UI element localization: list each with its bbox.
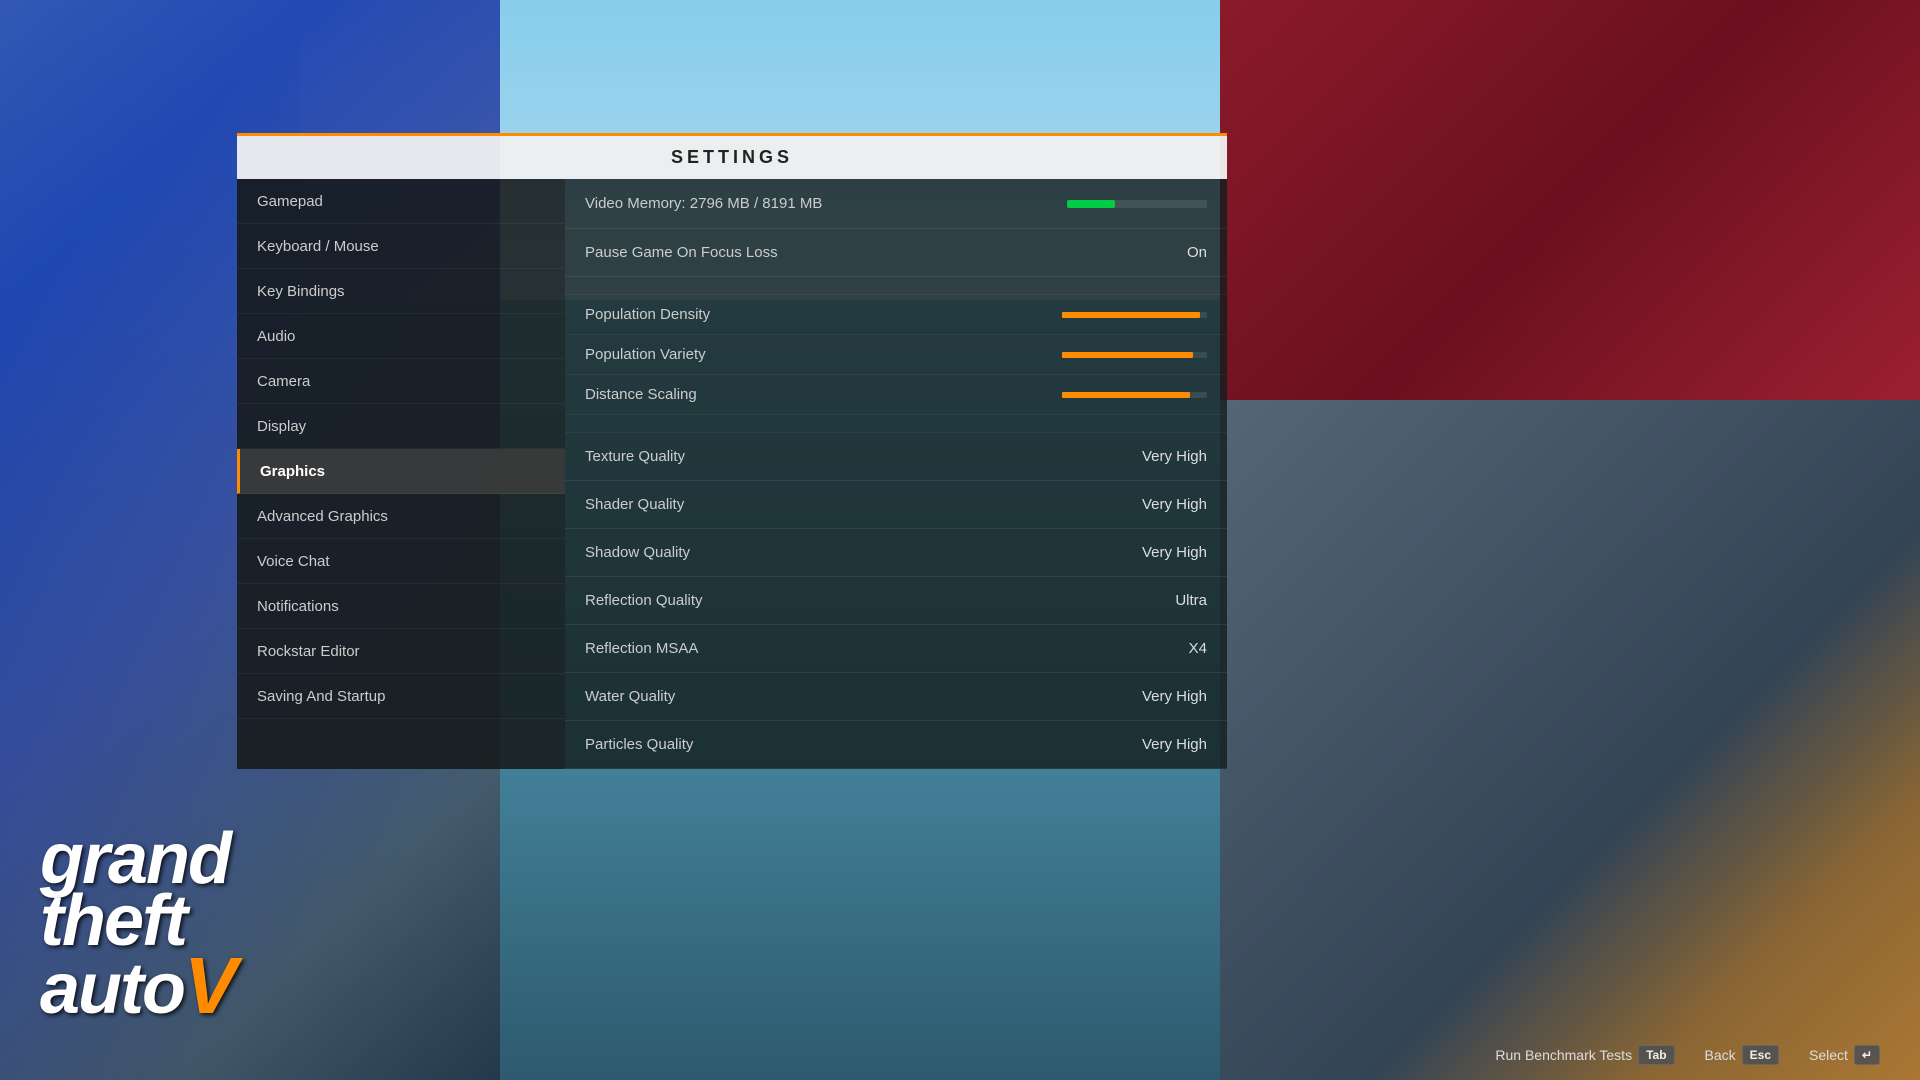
pause-game-value: On	[1187, 244, 1207, 261]
quality-row-texture-quality[interactable]: Texture QualityVery High	[565, 433, 1227, 481]
quality-value-particles-quality: Very High	[1142, 736, 1207, 753]
quality-row-reflection-quality[interactable]: Reflection QualityUltra	[565, 577, 1227, 625]
bottom-action-select[interactable]: Select ↵	[1809, 1045, 1880, 1065]
logo-line3: autoV	[40, 952, 235, 1020]
settings-title: SETTINGS	[671, 147, 793, 168]
quality-value-shader-quality: Very High	[1142, 496, 1207, 513]
pause-game-row[interactable]: Pause Game On Focus Loss On	[565, 229, 1227, 277]
quality-container: Texture QualityVery HighShader QualityVe…	[565, 433, 1227, 769]
slider-bar-population-density	[1062, 312, 1207, 318]
slider-bar-distance-scaling	[1062, 392, 1207, 398]
bottom-action-benchmark[interactable]: Run Benchmark Tests Tab	[1495, 1045, 1674, 1065]
bg-right-lower	[1220, 400, 1920, 1080]
bottom-action-back[interactable]: Back Esc	[1705, 1045, 1779, 1065]
slider-fill-population-variety	[1062, 352, 1193, 358]
nav-item-voice-chat[interactable]: Voice Chat	[237, 539, 565, 584]
slider-label-population-density: Population Density	[585, 306, 1062, 323]
nav-item-graphics[interactable]: Graphics	[237, 449, 565, 494]
content-panel: Video Memory: 2796 MB / 8191 MB Pause Ga…	[565, 179, 1227, 769]
nav-item-key-bindings[interactable]: Key Bindings	[237, 269, 565, 314]
sliders-container: Population Density Population Variety Dist…	[565, 295, 1227, 415]
settings-panel: SETTINGS GamepadKeyboard / MouseKey Bind…	[237, 133, 1227, 769]
quality-value-shadow-quality: Very High	[1142, 544, 1207, 561]
settings-body: GamepadKeyboard / MouseKey BindingsAudio…	[237, 179, 1227, 769]
slider-fill-population-density	[1062, 312, 1200, 318]
quality-label-shader-quality: Shader Quality	[585, 496, 1142, 513]
key-badge-benchmark: Tab	[1638, 1045, 1674, 1065]
slider-row-distance-scaling[interactable]: Distance Scaling	[565, 375, 1227, 415]
vram-bar-fill	[1067, 200, 1115, 208]
quality-label-water-quality: Water Quality	[585, 688, 1142, 705]
nav-item-keyboard-mouse[interactable]: Keyboard / Mouse	[237, 224, 565, 269]
logo-v: V	[184, 952, 235, 1020]
nav-item-advanced-graphics[interactable]: Advanced Graphics	[237, 494, 565, 539]
nav-item-saving-startup[interactable]: Saving And Startup	[237, 674, 565, 719]
quality-row-water-quality[interactable]: Water QualityVery High	[565, 673, 1227, 721]
quality-row-particles-quality[interactable]: Particles QualityVery High	[565, 721, 1227, 769]
quality-value-texture-quality: Very High	[1142, 448, 1207, 465]
quality-row-reflection-msaa[interactable]: Reflection MSAAX4	[565, 625, 1227, 673]
logo-text: grand theft autoV	[40, 829, 235, 1020]
slider-row-population-density[interactable]: Population Density	[565, 295, 1227, 335]
gta-logo: grand theft autoV	[40, 829, 235, 1020]
nav-item-rockstar-editor[interactable]: Rockstar Editor	[237, 629, 565, 674]
quality-label-texture-quality: Texture Quality	[585, 448, 1142, 465]
nav-item-camera[interactable]: Camera	[237, 359, 565, 404]
section-gap-2	[565, 415, 1227, 433]
bottom-bar: Run Benchmark Tests Tab Back Esc Select ↵	[0, 1030, 1920, 1080]
key-badge-select: ↵	[1854, 1045, 1880, 1065]
bottom-action-label-select: Select	[1809, 1047, 1848, 1063]
bottom-action-label-benchmark: Run Benchmark Tests	[1495, 1047, 1632, 1063]
slider-row-population-variety[interactable]: Population Variety	[565, 335, 1227, 375]
pause-game-label: Pause Game On Focus Loss	[585, 244, 1187, 261]
slider-fill-distance-scaling	[1062, 392, 1190, 398]
vram-bar	[1067, 200, 1207, 208]
settings-title-bar: SETTINGS	[237, 133, 1227, 179]
nav-item-gamepad[interactable]: Gamepad	[237, 179, 565, 224]
quality-label-particles-quality: Particles Quality	[585, 736, 1142, 753]
section-gap-1	[565, 277, 1227, 295]
quality-value-reflection-msaa: X4	[1189, 640, 1207, 657]
bottom-action-label-back: Back	[1705, 1047, 1736, 1063]
slider-bar-population-variety	[1062, 352, 1207, 358]
slider-label-distance-scaling: Distance Scaling	[585, 386, 1062, 403]
key-badge-back: Esc	[1742, 1045, 1779, 1065]
bg-right-upper	[1220, 0, 1920, 400]
nav-panel: GamepadKeyboard / MouseKey BindingsAudio…	[237, 179, 565, 769]
quality-value-reflection-quality: Ultra	[1175, 592, 1207, 609]
quality-label-reflection-msaa: Reflection MSAA	[585, 640, 1189, 657]
nav-item-audio[interactable]: Audio	[237, 314, 565, 359]
quality-row-shader-quality[interactable]: Shader QualityVery High	[565, 481, 1227, 529]
vram-label: Video Memory: 2796 MB / 8191 MB	[585, 195, 1067, 212]
vram-row: Video Memory: 2796 MB / 8191 MB	[565, 179, 1227, 229]
nav-item-display[interactable]: Display	[237, 404, 565, 449]
quality-label-reflection-quality: Reflection Quality	[585, 592, 1175, 609]
slider-label-population-variety: Population Variety	[585, 346, 1062, 363]
quality-label-shadow-quality: Shadow Quality	[585, 544, 1142, 561]
quality-row-shadow-quality[interactable]: Shadow QualityVery High	[565, 529, 1227, 577]
nav-item-notifications[interactable]: Notifications	[237, 584, 565, 629]
quality-value-water-quality: Very High	[1142, 688, 1207, 705]
